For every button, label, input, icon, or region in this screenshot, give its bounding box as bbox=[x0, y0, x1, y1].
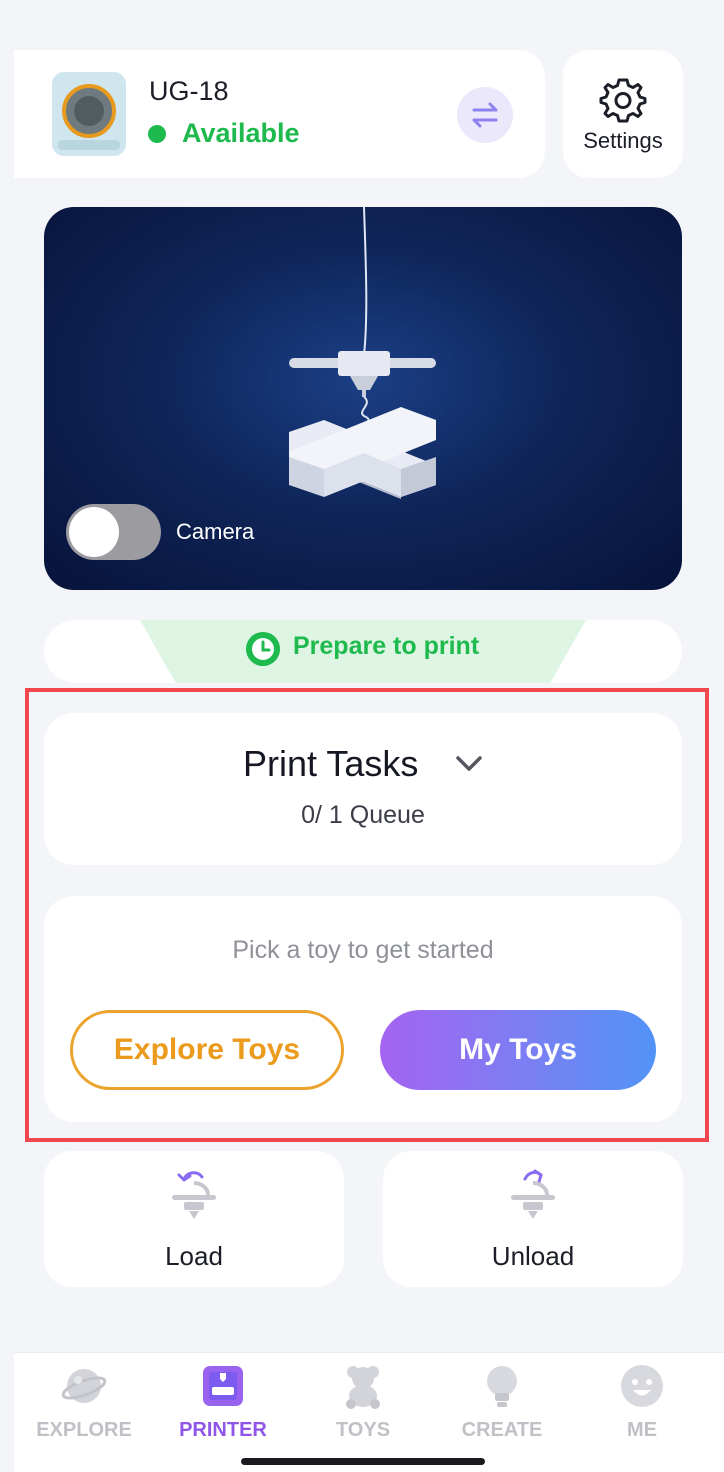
nav-item-printer[interactable]: PRINTER bbox=[168, 1363, 278, 1443]
device-status: Available bbox=[182, 118, 300, 148]
switch-device-button[interactable] bbox=[457, 87, 513, 143]
planet-icon bbox=[61, 1369, 107, 1403]
nav-label-printer: PRINTER bbox=[179, 1419, 267, 1441]
nav-item-explore[interactable]: EXPLORE bbox=[29, 1363, 139, 1443]
device-name: UG-18 bbox=[149, 76, 229, 106]
lightbulb-icon bbox=[487, 1366, 517, 1407]
load-filament-button[interactable]: Load bbox=[44, 1151, 344, 1287]
unload-label: Unload bbox=[491, 1241, 575, 1271]
printer-icon bbox=[203, 1366, 243, 1406]
nav-label-me: ME bbox=[627, 1419, 657, 1441]
empty-message: Pick a toy to get started bbox=[232, 936, 494, 964]
queue-count: 0/ 1 Queue bbox=[301, 801, 425, 829]
gear-icon bbox=[599, 78, 647, 123]
unload-filament-icon bbox=[511, 1169, 555, 1219]
unload-filament-button[interactable]: Unload bbox=[383, 1151, 683, 1287]
load-filament-icon bbox=[172, 1171, 216, 1219]
print-status-banner: Prepare to print bbox=[44, 620, 682, 683]
chevron-down-icon[interactable] bbox=[454, 751, 484, 777]
nav-label-explore: EXPLORE bbox=[36, 1419, 132, 1441]
nav-label-create: CREATE bbox=[461, 1419, 543, 1441]
print-tasks-title: Print Tasks bbox=[243, 743, 419, 784]
settings-button[interactable]: Settings bbox=[563, 50, 683, 178]
camera-view: Camera bbox=[44, 207, 682, 590]
my-toys-button[interactable]: My Toys bbox=[380, 1010, 656, 1090]
nav-item-toys[interactable]: TOYS bbox=[308, 1363, 418, 1443]
swap-arrows-icon bbox=[472, 102, 498, 128]
bottom-navigation: EXPLORE PRINTER TOYS CREATE ME bbox=[14, 1352, 724, 1472]
device-card[interactable]: UG-18 Available bbox=[14, 50, 545, 178]
print-tasks-card[interactable]: Print Tasks 0/ 1 Queue bbox=[44, 713, 682, 865]
clock-icon bbox=[246, 632, 280, 666]
nav-label-toys: TOYS bbox=[335, 1419, 391, 1441]
home-indicator bbox=[241, 1458, 485, 1465]
bear-icon bbox=[346, 1366, 380, 1409]
nav-item-me[interactable]: ME bbox=[587, 1363, 697, 1443]
explore-toys-button[interactable]: Explore Toys bbox=[70, 1010, 344, 1090]
nav-item-create[interactable]: CREATE bbox=[447, 1363, 557, 1443]
settings-label: Settings bbox=[583, 128, 663, 153]
status-dot-icon bbox=[148, 125, 166, 143]
empty-tasks-card: Pick a toy to get started Explore Toys M… bbox=[44, 896, 682, 1122]
camera-toggle[interactable] bbox=[66, 504, 161, 560]
camera-label: Camera bbox=[176, 519, 255, 544]
printer-thumbnail bbox=[52, 72, 126, 156]
face-icon bbox=[621, 1365, 663, 1407]
prepare-status-text: Prepare to print bbox=[293, 632, 480, 660]
load-label: Load bbox=[165, 1241, 223, 1271]
